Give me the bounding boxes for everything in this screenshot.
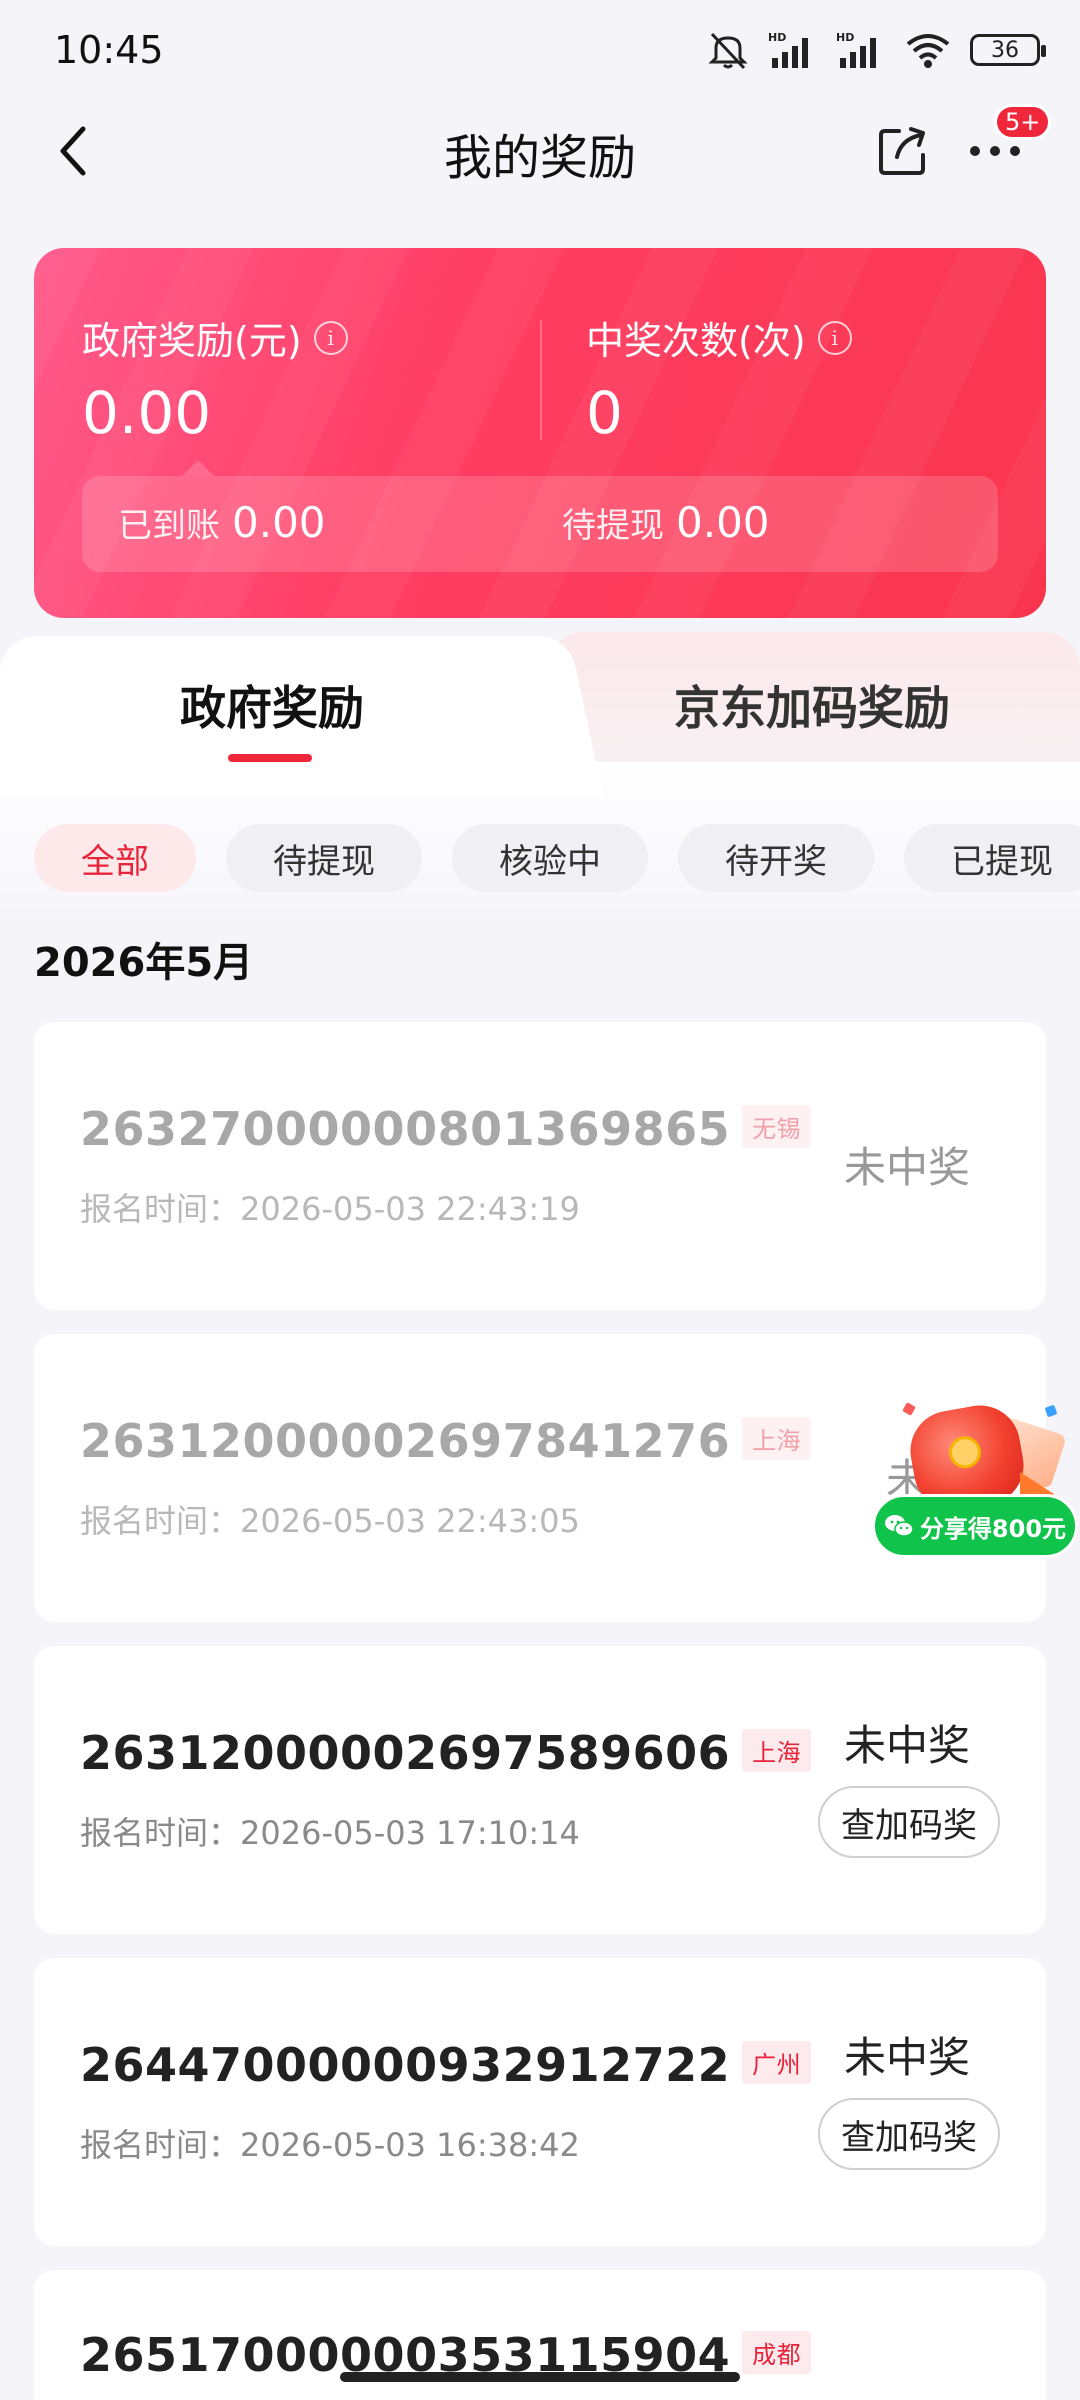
pending-value: 0.00 (676, 498, 770, 547)
summary-pointer (182, 460, 214, 476)
check-bonus-button[interactable]: 查加码奖 (818, 1786, 1000, 1858)
status-filter-chips: 全部 待提现 核验中 待开奖 已提现 (34, 824, 1080, 892)
city-tag: 无锡 (742, 1105, 812, 1148)
tab-jd-bonus-reward[interactable]: 京东加码奖励 (674, 672, 950, 738)
filter-pending-withdraw[interactable]: 待提现 (226, 824, 422, 892)
pending-label: 待提现 (562, 506, 664, 546)
record-card[interactable]: 26312000002697589606 上海 报名时间：2026-05-03 1… (34, 1646, 1046, 1934)
hd-signal-icon: HD (768, 31, 808, 68)
win-count-label-row: 中奖次数(次) i (586, 310, 852, 365)
reward-record-list: 26327000000801369865 无锡 报名时间：2026-05-03 2… (34, 1022, 1046, 2400)
nav-bar: 我的奖励 5+ (0, 100, 1080, 200)
filter-pending-draw[interactable]: 待开奖 (678, 824, 874, 892)
notification-badge: 5+ (994, 104, 1052, 140)
signup-time: 报名时间：2026-05-03 22:43:05 (80, 1502, 580, 1540)
arrived-label: 已到账 (118, 506, 220, 546)
info-icon[interactable]: i (817, 320, 852, 355)
city-tag: 成都 (742, 2331, 812, 2374)
active-tab-indicator (228, 754, 312, 762)
win-count-value: 0 (586, 379, 623, 447)
svg-text:HD: HD (836, 31, 854, 44)
payout-breakdown: 已到账 0.00 待提现 0.00 (82, 476, 998, 572)
city-tag: 广州 (742, 2041, 812, 2084)
status-time: 10:45 (54, 28, 164, 72)
confetti-icon (1044, 1404, 1058, 1418)
filter-verifying[interactable]: 核验中 (452, 824, 648, 892)
win-count-label: 中奖次数(次) (586, 319, 806, 363)
share-reward-label: 分享得800元 (919, 1514, 1067, 1543)
record-status: 未中奖 (843, 2033, 970, 2082)
month-header: 2026年5月 (34, 940, 254, 986)
record-number: 26327000000801369865 (80, 1102, 731, 1156)
tab-gov-reward[interactable]: 政府奖励 (180, 672, 364, 738)
record-id: 26312000002697589606 上海 (80, 1726, 812, 1780)
confetti-icon (902, 1402, 916, 1416)
status-bar: 10:45 HD HD 36 (0, 0, 1080, 100)
record-status: 未中奖 (843, 1143, 970, 1192)
check-bonus-button[interactable]: 查加码奖 (818, 2098, 1000, 2170)
pending-amount: 待提现 0.00 (562, 498, 770, 547)
arrived-value: 0.00 (232, 498, 326, 547)
filter-withdrawn[interactable]: 已提现 (904, 824, 1080, 892)
gov-reward-label: 政府奖励(元) (82, 319, 302, 363)
record-id: 26312000002697841276 上海 (80, 1414, 812, 1468)
reward-tabs: 政府奖励 京东加码奖励 (0, 632, 1080, 796)
record-id: 26447000000932912722 广州 (80, 2038, 812, 2092)
share-reward-button[interactable]: 分享得800元 (872, 1494, 1078, 1558)
battery-icon: 36 (970, 34, 1046, 66)
floating-share-widget[interactable]: 分享得800元 (870, 1399, 1080, 1570)
status-icons: HD HD 36 (706, 30, 1046, 70)
home-indicator[interactable] (340, 2372, 740, 2382)
summary-divider (540, 320, 542, 440)
signup-time: 报名时间：2026-05-03 17:10:14 (80, 1814, 580, 1852)
record-id: 26327000000801369865 无锡 (80, 1102, 812, 1156)
gov-reward-label-row: 政府奖励(元) i (82, 310, 348, 365)
reward-summary-card: 政府奖励(元) i 0.00 中奖次数(次) i 0 已到账 0.00 待提现 … (34, 248, 1046, 618)
share-button[interactable] (868, 116, 938, 186)
gov-reward-value: 0.00 (82, 379, 212, 447)
city-tag: 上海 (742, 1729, 812, 1772)
record-number: 26312000002697589606 (80, 1726, 731, 1780)
win-count-summary: 中奖次数(次) i 0 (586, 310, 852, 447)
record-number: 26447000000932912722 (80, 2038, 731, 2092)
record-card[interactable]: 26447000000932912722 广州 报名时间：2026-05-03 1… (34, 1958, 1046, 2246)
record-status: 未中奖 (843, 1721, 970, 1770)
record-number: 26312000002697841276 (80, 1414, 731, 1468)
signup-time: 报名时间：2026-05-03 22:43:19 (80, 1190, 580, 1228)
info-icon[interactable]: i (313, 320, 348, 355)
share-icon (879, 127, 925, 175)
wechat-icon (884, 1515, 914, 1537)
gov-reward-summary: 政府奖励(元) i 0.00 (82, 310, 348, 447)
wifi-icon (906, 34, 950, 68)
hd-signal-icon: HD (836, 31, 876, 68)
svg-text:HD: HD (768, 31, 786, 44)
more-icon (970, 146, 1020, 156)
city-tag: 上海 (742, 1417, 812, 1460)
mute-icon (708, 32, 748, 70)
arrived-amount: 已到账 0.00 (118, 498, 326, 547)
battery-level: 36 (991, 37, 1019, 63)
signup-time: 报名时间：2026-05-03 16:38:42 (80, 2126, 580, 2164)
record-card[interactable]: 26327000000801369865 无锡 报名时间：2026-05-03 2… (34, 1022, 1046, 1310)
filter-all[interactable]: 全部 (34, 824, 196, 892)
